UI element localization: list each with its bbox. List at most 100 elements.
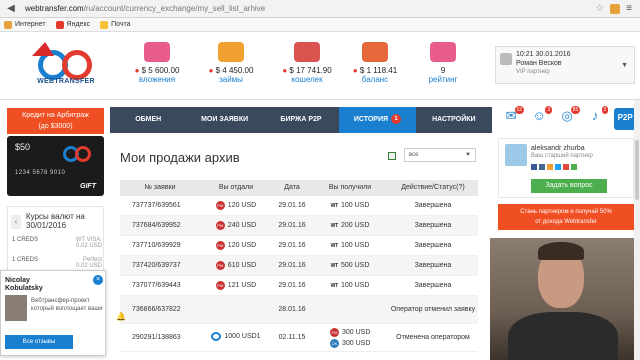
tab-exchange[interactable]: ОБМЕН bbox=[110, 107, 186, 133]
payment-method-icon: PM bbox=[215, 241, 225, 250]
wt-card-icon: WT bbox=[330, 262, 339, 269]
tab-p2p-exchange[interactable]: БИРЖА P2P bbox=[263, 107, 339, 133]
webcam-overlay bbox=[490, 238, 640, 360]
orders-table: 737737/639561 PM 120 USD 29.01.16 WT 100 U… bbox=[116, 196, 478, 352]
site-header: WEBTRANSFER ● $ 5 600.00 вложения ● $ 4 … bbox=[0, 32, 640, 100]
page-title: Мои продажи архив bbox=[120, 150, 240, 165]
bookmarks-bar: Интернет Яндекс Почта bbox=[0, 18, 640, 32]
brand-name: WEBTRANSFER bbox=[37, 78, 95, 85]
wt-card-icon: WT bbox=[330, 282, 339, 289]
close-icon[interactable]: × bbox=[93, 275, 103, 285]
table-row[interactable]: 290291/138863 1000 USD1 02.11.15 PM 300 U… bbox=[120, 324, 478, 352]
card-amount: $50 bbox=[15, 142, 31, 152]
page-scrollbar[interactable] bbox=[634, 100, 640, 360]
logo[interactable]: WEBTRANSFER bbox=[26, 42, 106, 90]
stat-investments[interactable]: ● $ 5 600.00 вложения bbox=[122, 42, 192, 92]
url-path: /ru/account/currency_exchange/my_sell_li… bbox=[83, 4, 266, 13]
browser-address-bar: ◀ webtransfer.com/ru/account/currency_ex… bbox=[0, 0, 640, 18]
thumbs-up-icon bbox=[430, 42, 456, 62]
table-row[interactable]: 737737/639561 PM 120 USD 29.01.16 WT 100 U… bbox=[120, 196, 478, 216]
tab-history[interactable]: ИСТОРИЯ 1 bbox=[339, 107, 416, 133]
stat-rating[interactable]: 9 рейтинг bbox=[408, 42, 478, 92]
tab-my-orders[interactable]: МОИ ЗАЯВКИ bbox=[186, 107, 262, 133]
yandex-icon bbox=[55, 20, 64, 29]
table-row[interactable]: 737684/639952 PM 240 USD 29.01.16 WT 200 U… bbox=[120, 216, 478, 236]
all-reviews-button[interactable]: Все отзывы bbox=[5, 335, 73, 349]
senior-partner-card: aleksandr zhurba Ваш старший партнер Зад… bbox=[498, 138, 634, 198]
bookmark-mail[interactable]: Почта bbox=[100, 20, 131, 29]
excel-export-icon[interactable] bbox=[388, 152, 396, 160]
webtransfer-icon bbox=[211, 332, 222, 341]
payment-method-icon: PM bbox=[215, 221, 225, 230]
user-name: Роман Весков bbox=[516, 60, 562, 67]
main-tabs: ОБМЕН МОИ ЗАЯВКИ БИРЖА P2P ИСТОРИЯ 1 НАСТ… bbox=[110, 107, 492, 133]
review-text: Вебтрансфер-проект который воплощает ваш… bbox=[31, 298, 103, 312]
chevron-down-icon: ▼ bbox=[465, 152, 471, 158]
ask-question-button[interactable]: Задать вопрос bbox=[531, 179, 607, 193]
money-bag-icon bbox=[218, 42, 244, 62]
stat-loans[interactable]: ● $ 4 450.00 займы bbox=[196, 42, 266, 92]
bookmark-internet[interactable]: Интернет bbox=[4, 20, 46, 29]
partner-avatar bbox=[505, 144, 527, 166]
bookmark-yandex[interactable]: Яндекс bbox=[55, 20, 90, 29]
card-tag: GIFT bbox=[80, 183, 96, 190]
back-arrow-icon[interactable]: ◀ bbox=[3, 1, 19, 17]
user-status: VIP партнер bbox=[516, 69, 550, 75]
notification-icons: ✉ 12 ☺ 3 ◎ 85 ♪ 2 P2P bbox=[500, 106, 636, 134]
review-popup: × Nicolay Kobulatsky Вебтрансфер-проект … bbox=[0, 270, 106, 356]
stat-wallet[interactable]: ● $ 17 741.90 кошелек bbox=[272, 42, 342, 92]
table-row[interactable]: 737710/639929 PM 120 USD 29.01.16 WT 100 U… bbox=[120, 236, 478, 256]
santa-hat-icon bbox=[32, 42, 54, 56]
users-icon[interactable]: ☺ 3 bbox=[530, 106, 553, 130]
table-row[interactable]: 737077/639443 PM 121 USD 29.01.16 WT 100 U… bbox=[120, 276, 478, 296]
menu-icon[interactable]: ≡ bbox=[626, 3, 632, 14]
stat-balance[interactable]: ● $ 1 118.41 баланс bbox=[340, 42, 410, 92]
wallet-icon bbox=[294, 42, 320, 62]
internet-icon bbox=[4, 20, 12, 29]
rate-row: 1 CREDS Perfect 0.02 USD bbox=[12, 257, 102, 269]
rate-row: 1 CREDS WT VISA: 0.02 USD bbox=[12, 237, 102, 249]
url-field[interactable]: webtransfer.com/ru/account/currency_exch… bbox=[25, 2, 265, 16]
bookmark-star-icon[interactable]: ☆ bbox=[595, 3, 604, 14]
chevron-down-icon[interactable]: ▼ bbox=[621, 62, 628, 69]
status-filter-select[interactable]: все ▼ bbox=[404, 148, 476, 162]
chevron-left-icon[interactable]: ‹ bbox=[11, 215, 21, 229]
partner-role: Ваш старший партнер bbox=[531, 153, 593, 159]
url-host: webtransfer.com bbox=[25, 4, 84, 13]
mail-icon[interactable]: ✉ 12 bbox=[502, 106, 525, 130]
gift-card[interactable]: $50 1234 5678 9010 GIFT bbox=[7, 136, 104, 196]
partner-name[interactable]: aleksandr zhurba bbox=[531, 145, 585, 152]
piggy-bank-icon bbox=[144, 42, 170, 62]
bell-icon[interactable]: ♪ 2 bbox=[586, 106, 609, 130]
tab-badge: 1 bbox=[391, 114, 402, 125]
payment-method-icon: PM bbox=[330, 327, 339, 337]
mail-icon bbox=[100, 20, 109, 29]
building-icon bbox=[362, 42, 388, 62]
arbitrage-credit-button[interactable]: Кредит на Арбитраж (до $3000) bbox=[7, 108, 104, 134]
table-row[interactable]: 🔔 736866/637822 28.01.16 Оператор отменил… bbox=[116, 296, 478, 324]
reviewer-name: Nicolay Kobulatsky bbox=[5, 277, 43, 292]
datetime: 10:21 30.01.2016 bbox=[516, 51, 571, 58]
avatar bbox=[500, 53, 512, 65]
reviewer-avatar bbox=[5, 295, 27, 321]
exchange-rates: ‹ Курсы валют на 30/01/2016 1 CREDS WT V… bbox=[7, 206, 104, 276]
user-menu[interactable]: 10:21 30.01.2016 Роман Весков VIP партне… bbox=[495, 46, 635, 84]
partner-promo-banner[interactable]: Стань партнером и получай 50% от дохода … bbox=[498, 204, 634, 230]
payment-method-icon: PM bbox=[215, 261, 225, 270]
table-header: № заявки Вы отдали Дата Вы получили Дейс… bbox=[120, 180, 478, 196]
globe-icon[interactable]: ◎ 85 bbox=[558, 106, 581, 130]
table-row[interactable]: 737420/639737 PM 610 USD 29.01.16 WT 500 U… bbox=[120, 256, 478, 276]
extension-icon[interactable] bbox=[610, 3, 621, 14]
p2p-icon[interactable]: P2P bbox=[614, 108, 636, 130]
card-logo-icon bbox=[63, 146, 93, 164]
payment-method-icon: PM bbox=[215, 201, 225, 210]
payment-method-icon: PM bbox=[215, 281, 225, 290]
card-number: 1234 5678 9010 bbox=[15, 170, 66, 176]
wt-card-icon: WT bbox=[330, 242, 339, 249]
wt-card-icon: WT bbox=[330, 222, 339, 229]
payment-method-icon: OK bbox=[330, 338, 339, 348]
social-icons[interactable] bbox=[531, 164, 577, 170]
tab-settings[interactable]: НАСТРОЙКИ bbox=[416, 107, 492, 133]
bell-icon: 🔔 bbox=[116, 312, 126, 321]
wt-card-icon: WT bbox=[330, 202, 339, 209]
